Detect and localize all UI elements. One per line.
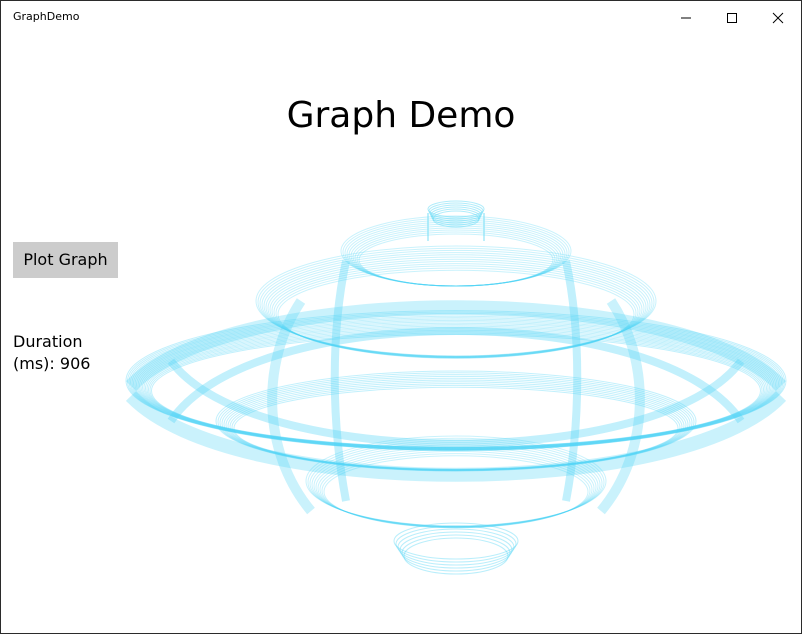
app-window: GraphDemo Graph Demo Plot Graph Duration… (0, 0, 802, 634)
graph-plot-image (125, 200, 787, 575)
duration-readout: Duration (ms): 906 (13, 331, 103, 375)
duration-label: Duration (13, 332, 83, 351)
duration-value: (ms): 906 (13, 354, 91, 373)
graph-plot-layer (125, 200, 787, 575)
plot-graph-button[interactable]: Plot Graph (13, 242, 118, 278)
